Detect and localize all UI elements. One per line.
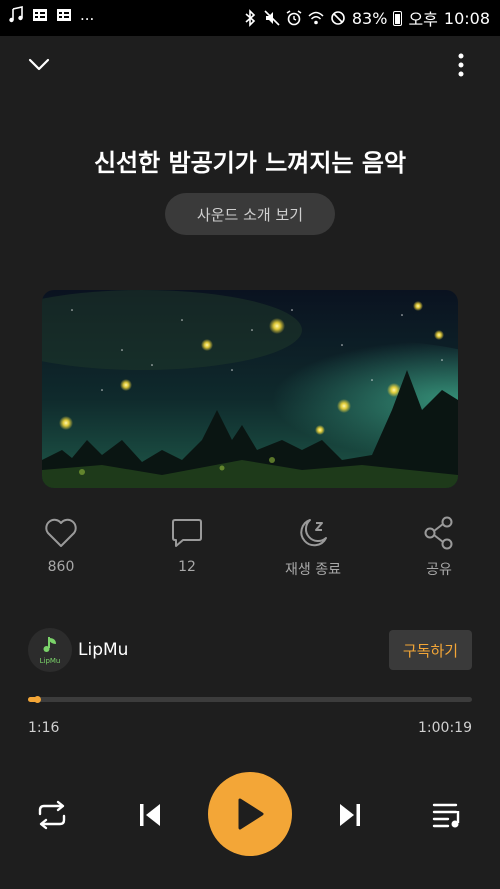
battery-percent: 83%	[351, 8, 388, 28]
previous-button[interactable]	[130, 795, 170, 835]
album-art	[42, 290, 458, 488]
battery-icon	[393, 10, 403, 26]
clock-time: 10:08	[443, 8, 490, 28]
share-button[interactable]: 공유	[394, 515, 484, 579]
track-title: 신선한 밤공기가 느껴지는 음악	[93, 149, 407, 177]
skip-next-icon	[340, 804, 360, 826]
clock-ampm: 오후	[408, 10, 438, 29]
alarm-icon	[286, 9, 302, 27]
channel-info[interactable]: LipMu LipMu	[28, 628, 128, 672]
heart-icon	[45, 518, 77, 547]
progress-handle[interactable]	[33, 696, 41, 703]
more-notifications-text: ...	[80, 6, 95, 24]
comment-icon	[172, 519, 202, 547]
mute-icon	[264, 9, 280, 27]
next-button[interactable]	[330, 795, 370, 835]
play-button[interactable]	[208, 772, 292, 856]
progress-bar[interactable]	[28, 696, 472, 703]
like-count: 860	[47, 559, 75, 575]
channel-avatar[interactable]: LipMu	[28, 628, 72, 672]
collapse-chevron-icon	[28, 58, 50, 71]
notification-icons: ...	[8, 6, 94, 24]
action-row: 860 12 재생 종료 공유	[0, 515, 500, 585]
sound-intro-button[interactable]: 사운드 소개 보기	[165, 193, 335, 235]
repeat-icon	[38, 800, 66, 830]
comment-count: 12	[178, 559, 196, 575]
subscribe-button[interactable]: 구독하기	[389, 630, 472, 670]
avatar-text: LipMu	[39, 657, 61, 665]
bluetooth-icon	[242, 9, 258, 27]
music-leaf-icon	[43, 637, 56, 652]
status-bar: ... 83% 오후 10:08	[0, 0, 500, 36]
current-time: 1:16	[28, 720, 60, 736]
repeat-button[interactable]	[32, 795, 72, 835]
collapse-button[interactable]	[24, 50, 54, 80]
play-icon	[238, 798, 264, 830]
no-signal-icon	[330, 9, 346, 27]
sleep-timer-button[interactable]: 재생 종료	[268, 515, 358, 579]
like-button[interactable]: 860	[16, 515, 106, 575]
channel-name[interactable]: LipMu	[78, 640, 128, 660]
comment-button[interactable]: 12	[142, 515, 232, 575]
share-icon	[424, 516, 453, 550]
playlist-icon	[432, 803, 460, 828]
total-time: 1:00:19	[418, 720, 472, 736]
playlist-button[interactable]	[428, 795, 468, 835]
more-vert-icon	[458, 53, 464, 77]
wifi-icon	[308, 9, 324, 27]
sleep-timer-label: 재생 종료	[285, 562, 341, 578]
skip-previous-icon	[140, 804, 160, 826]
moon-sleep-icon	[300, 519, 327, 547]
music-note-icon	[8, 6, 24, 24]
share-label: 공유	[426, 562, 452, 578]
system-icons: 83% 오후 10:08	[242, 6, 490, 30]
app-notification-icon	[32, 6, 48, 24]
more-options-button[interactable]	[446, 50, 476, 80]
app-notification-icon	[56, 6, 72, 24]
